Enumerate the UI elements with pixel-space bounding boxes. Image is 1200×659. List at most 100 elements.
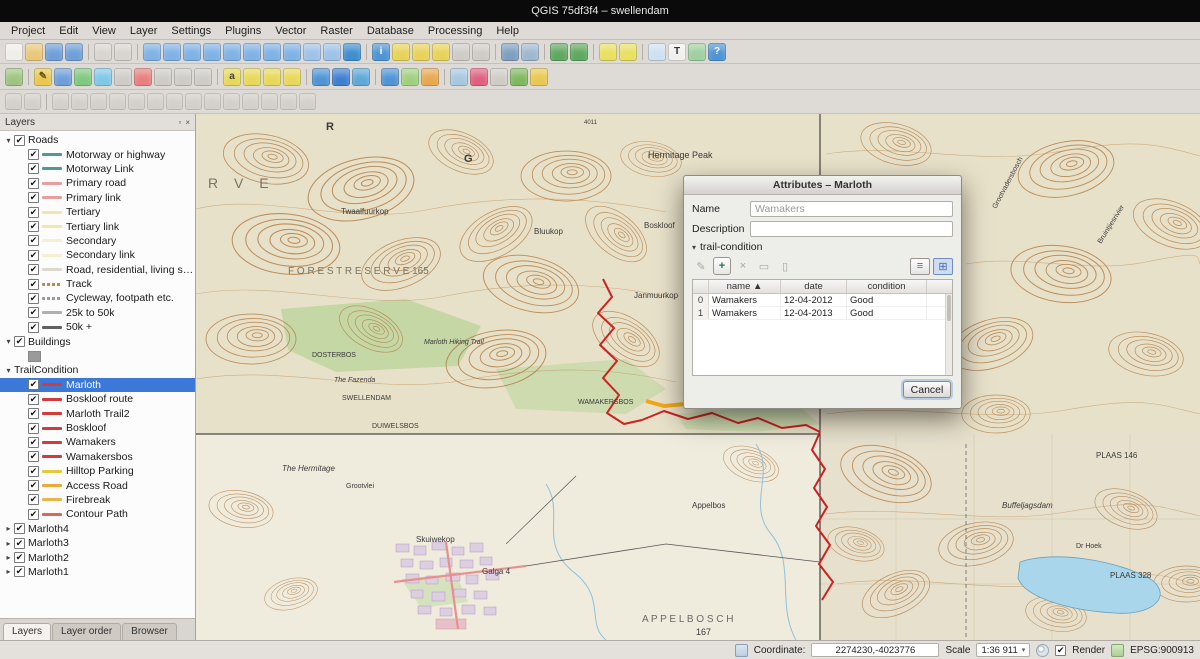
layer-checkbox[interactable]: ✔ — [14, 566, 25, 577]
layer-checkbox[interactable]: ✔ — [28, 178, 39, 189]
layer-checkbox[interactable]: ✔ — [28, 494, 39, 505]
merge-features-icon[interactable] — [261, 93, 278, 110]
layer-checkbox[interactable]: ✔ — [28, 509, 39, 520]
layer-item-wamakersbos[interactable]: ✔Wamakersbos — [0, 450, 195, 464]
layer-item-marloth4[interactable]: ▸✔Marloth4 — [0, 522, 195, 536]
text-annotation-icon[interactable] — [599, 43, 617, 61]
panel-tab-browser[interactable]: Browser — [122, 623, 177, 640]
green-plugin-icon[interactable] — [510, 68, 528, 86]
scale-combo[interactable]: 1:36 911 ▾ — [976, 643, 1030, 657]
toggle-editing-icon[interactable]: ✎ — [34, 68, 52, 86]
menu-processing[interactable]: Processing — [421, 24, 489, 38]
layer-item-marloth[interactable]: ✔Marloth — [0, 378, 195, 392]
measure-area-icon[interactable] — [472, 43, 490, 61]
expand-icon[interactable]: ▸ — [3, 553, 14, 562]
panel-tab-layers[interactable]: Layers — [3, 623, 51, 640]
change-label-properties-icon[interactable] — [283, 68, 301, 86]
file-save-icon[interactable] — [45, 43, 63, 61]
layer-item-track[interactable]: ✔Track — [0, 277, 195, 291]
select-features-icon[interactable] — [392, 43, 410, 61]
help-contents-icon[interactable]: ? — [708, 43, 726, 61]
layer-item-50k[interactable]: ✔50k + — [0, 320, 195, 334]
new-bookmark-icon[interactable] — [550, 43, 568, 61]
rotate-point-symbols-icon[interactable] — [299, 93, 316, 110]
layer-checkbox[interactable]: ✔ — [28, 379, 39, 390]
map-tips-icon[interactable] — [648, 43, 666, 61]
rotate-label-icon[interactable] — [263, 68, 281, 86]
title-bar[interactable]: QGIS 75df3f4 – swellendam — [0, 0, 1200, 22]
paste-features-icon[interactable] — [194, 68, 212, 86]
collapse-icon[interactable]: ▾ — [3, 136, 14, 145]
zoom-last-icon[interactable] — [303, 43, 321, 61]
toggle-edit-icon[interactable]: ✎ — [692, 257, 710, 275]
layer-checkbox[interactable]: ✔ — [28, 307, 39, 318]
layer-item-access-road[interactable]: ✔Access Road — [0, 478, 195, 492]
layer-item-cycleway-footpath-etc[interactable]: ✔Cycleway, footpath etc. — [0, 291, 195, 305]
layer-checkbox[interactable]: ✔ — [14, 538, 25, 549]
delete-part-icon[interactable] — [166, 93, 183, 110]
layer-checkbox[interactable]: ✔ — [14, 135, 25, 146]
add-ring-icon[interactable] — [90, 93, 107, 110]
unlink-feature-button[interactable]: ▯ — [776, 257, 794, 275]
offset-curve-icon[interactable] — [204, 93, 221, 110]
fill-ring-icon[interactable] — [128, 93, 145, 110]
simplify-feature-icon[interactable] — [71, 93, 88, 110]
labeling-icon[interactable]: a — [223, 68, 241, 86]
menu-vector[interactable]: Vector — [268, 24, 313, 38]
cancel-button[interactable]: Cancel — [903, 381, 951, 398]
menu-database[interactable]: Database — [360, 24, 421, 38]
select-by-expression-icon[interactable] — [412, 43, 430, 61]
undo-icon[interactable] — [5, 93, 22, 110]
layer-item-boskloof[interactable]: ✔Boskloof — [0, 421, 195, 435]
web-service-icon[interactable] — [312, 68, 330, 86]
coordinate-input[interactable] — [811, 643, 939, 657]
layer-checkbox[interactable]: ✔ — [28, 279, 39, 290]
menu-layer[interactable]: Layer — [123, 24, 165, 38]
layer-checkbox[interactable]: ✔ — [28, 149, 39, 160]
style-manager-icon[interactable] — [470, 68, 488, 86]
layer-item-primary-link[interactable]: ✔Primary link — [0, 191, 195, 205]
expand-icon[interactable]: ▸ — [3, 539, 14, 548]
layer-item-roads[interactable]: ▾✔Roads — [0, 133, 195, 147]
menu-settings[interactable]: Settings — [164, 24, 218, 38]
settings-gear-icon[interactable] — [530, 68, 548, 86]
layer-item-hilltop-parking[interactable]: ✔Hilltop Parking — [0, 464, 195, 478]
composer-manager-icon[interactable] — [114, 43, 132, 61]
reshape-features-icon[interactable] — [185, 93, 202, 110]
collapse-icon[interactable]: ▾ — [3, 337, 14, 346]
deselect-all-icon[interactable] — [432, 43, 450, 61]
column-header-date[interactable]: date — [781, 280, 847, 293]
layer-item-secondary-link[interactable]: ✔Secondary link — [0, 248, 195, 262]
panel-close-icon[interactable]: × — [185, 118, 190, 127]
layer-checkbox[interactable]: ✔ — [28, 221, 39, 232]
dialog-title[interactable]: Attributes – Marloth — [684, 176, 961, 195]
menu-plugins[interactable]: Plugins — [218, 24, 268, 38]
layer-checkbox[interactable]: ✔ — [28, 437, 39, 448]
layer-swatch-row[interactable] — [0, 349, 195, 363]
trail-condition-section-header[interactable]: ▾ trail-condition — [692, 241, 953, 253]
refresh-icon[interactable] — [343, 43, 361, 61]
field-calculator-icon[interactable] — [521, 43, 539, 61]
pan-map-icon[interactable] — [143, 43, 161, 61]
add-part-icon[interactable] — [109, 93, 126, 110]
layer-item-25k-to-50k[interactable]: ✔25k to 50k — [0, 306, 195, 320]
delete-ring-icon[interactable] — [147, 93, 164, 110]
table-scrollbar[interactable] — [945, 294, 952, 375]
decorations-icon[interactable] — [688, 43, 706, 61]
form-annotation-icon[interactable] — [619, 43, 637, 61]
save-layer-edits-icon[interactable] — [54, 68, 72, 86]
menu-view[interactable]: View — [85, 24, 123, 38]
merge-attributes-icon[interactable] — [280, 93, 297, 110]
layer-item-contour-path[interactable]: ✔Contour Path — [0, 507, 195, 521]
layer-item-tertiary[interactable]: ✔Tertiary — [0, 205, 195, 219]
zoom-native-icon[interactable] — [223, 43, 241, 61]
menu-help[interactable]: Help — [489, 24, 526, 38]
layer-item-road-residential-living-street-etc[interactable]: ✔Road, residential, living street, etc. — [0, 263, 195, 277]
layer-item-wamakers[interactable]: ✔Wamakers — [0, 435, 195, 449]
panel-float-icon[interactable]: ▫ — [178, 118, 181, 127]
file-save-as-icon[interactable] — [65, 43, 83, 61]
layer-item-motorway-link[interactable]: ✔Motorway Link — [0, 162, 195, 176]
split-parts-icon[interactable] — [242, 93, 259, 110]
georeferencer-icon[interactable] — [450, 68, 468, 86]
menu-raster[interactable]: Raster — [313, 24, 359, 38]
